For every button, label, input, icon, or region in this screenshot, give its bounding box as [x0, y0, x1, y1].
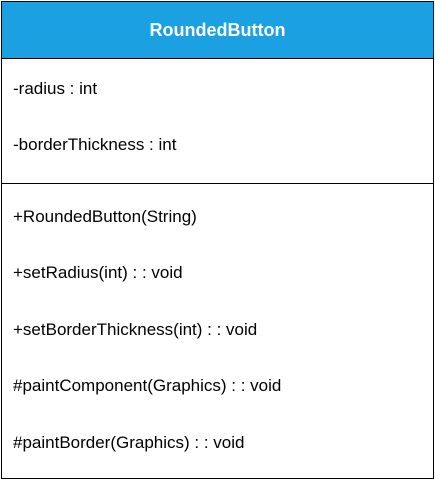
method-paint-border: #paintBorder(Graphics) : : void [13, 433, 245, 452]
method-set-radius: +setRadius(int) : : void [13, 263, 183, 282]
class-header: RoundedButton [2, 2, 433, 59]
attribute-border-thickness: -borderThickness : int [13, 135, 177, 154]
class-name: RoundedButton [149, 19, 286, 40]
method-set-border-thickness: +setBorderThickness(int) : : void [13, 320, 258, 339]
method-paint-component: #paintComponent(Graphics) : : void [13, 376, 282, 395]
attributes-compartment: -radius : int -borderThickness : int [2, 59, 433, 184]
uml-class-box: RoundedButton -radius : int -borderThick… [1, 1, 434, 479]
method-constructor: +RoundedButton(String) [13, 207, 197, 226]
attribute-radius: -radius : int [13, 79, 98, 98]
